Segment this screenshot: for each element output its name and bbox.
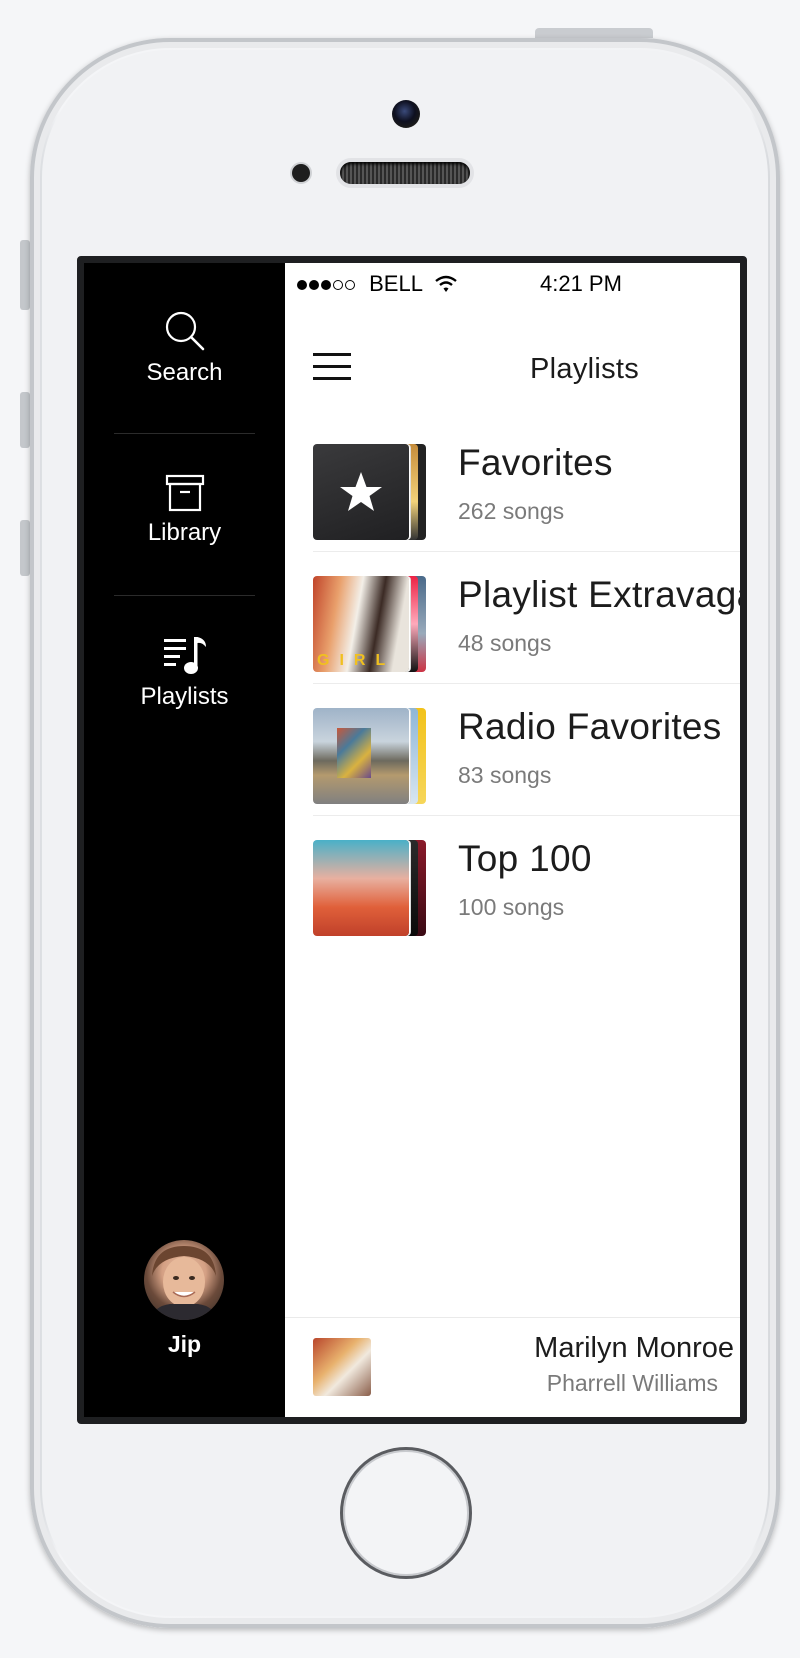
playlist-name: Radio Favorites: [458, 706, 722, 747]
search-icon: [165, 311, 204, 351]
playlist-cover-stack: GIRL: [313, 576, 428, 672]
carrier-info: BELL: [297, 271, 458, 297]
divider: [114, 433, 255, 434]
playlist-row-radio-favorites[interactable]: Radio Favorites 83 songs: [313, 684, 740, 816]
sidebar: Search Library Playlists Jip: [84, 263, 285, 1417]
power-button: [535, 28, 653, 38]
user-name: Jip: [167, 1331, 202, 1357]
screen: Search Library Playlists Jip BELL 4:21 P…: [77, 256, 747, 1424]
sidebar-item-playlists[interactable]: Playlists: [114, 633, 255, 711]
proximity-sensor: [292, 164, 310, 182]
avatar-photo: [150, 1246, 218, 1320]
playlist-song-count: 48 songs: [458, 630, 552, 656]
now-playing-artist: Pharrell Williams: [546, 1370, 718, 1396]
playlist-row-favorites[interactable]: Favorites 262 songs: [313, 420, 740, 552]
playlist-name: Playlist Extravaganza: [458, 574, 740, 615]
archive-box-icon: [165, 474, 204, 512]
hamburger-menu-button[interactable]: [313, 353, 351, 383]
playlist-name: Top 100: [458, 838, 592, 879]
status-time: 4:21 PM: [540, 271, 622, 296]
home-button[interactable]: [340, 1447, 472, 1579]
wifi-icon: [435, 275, 458, 292]
sidebar-item-library[interactable]: Library: [114, 473, 255, 547]
earpiece-speaker: [340, 162, 470, 184]
avatar[interactable]: [144, 1240, 224, 1320]
status-bar: BELL 4:21 PM: [285, 263, 740, 303]
page-title: Playlists: [530, 353, 640, 385]
front-camera: [392, 100, 420, 128]
playlist-song-count: 262 songs: [458, 498, 565, 524]
playlist-cover-stack: [313, 840, 428, 936]
playlist-song-count: 83 songs: [458, 762, 552, 788]
sidebar-item-label: Library: [147, 519, 222, 546]
now-playing-title: Marilyn Monroe: [534, 1332, 734, 1364]
playlist-row-extravaganza[interactable]: GIRL Playlist Extravaganza 48 songs: [313, 552, 740, 684]
carrier-name: BELL: [369, 271, 423, 296]
sidebar-item-label: Playlists: [140, 683, 229, 710]
star-icon: [340, 472, 382, 511]
playlist-row-top-100[interactable]: Top 100 100 songs: [313, 816, 740, 948]
now-playing-bar[interactable]: Marilyn Monroe Pharrell Williams: [285, 1318, 740, 1417]
sidebar-item-search[interactable]: Search: [114, 309, 255, 387]
now-playing-cover: [313, 1338, 371, 1396]
mute-switch: [20, 240, 30, 310]
volume-down-button: [20, 520, 30, 576]
playlist-cover-stack: [313, 708, 428, 804]
volume-up-button: [20, 392, 30, 448]
main-panel: BELL 4:21 PM Playlists Favorites 262 son…: [285, 263, 740, 1417]
divider: [114, 595, 255, 596]
sidebar-item-label: Search: [146, 359, 223, 386]
playlist-cover-stack: [313, 444, 428, 540]
playlist-music-icon: [163, 637, 206, 674]
playlist-song-count: 100 songs: [458, 894, 565, 920]
playlist-name: Favorites: [458, 442, 613, 483]
